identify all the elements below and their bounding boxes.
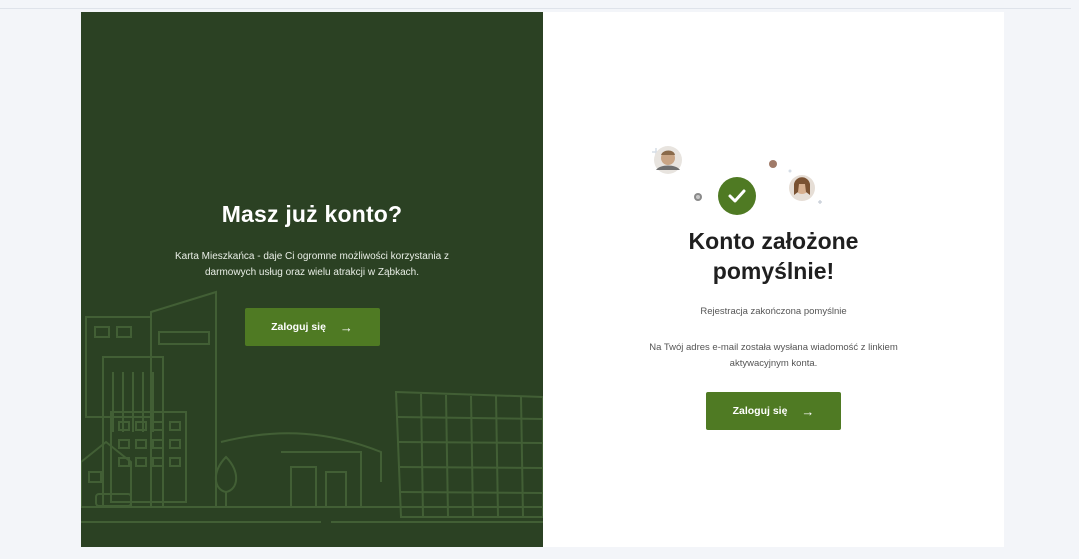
success-subtitle: Rejestracja zakończona pomyślnie [700, 306, 847, 317]
success-illustration [652, 146, 822, 215]
scrollbar[interactable] [1071, 0, 1079, 559]
left-panel: Masz już konto? Karta Mieszkańca - daje … [81, 12, 543, 547]
arrow-right-icon: → [339, 319, 353, 335]
left-description: Karta Mieszkańca - daje Ci ogromne możli… [175, 251, 449, 278]
check-icon [718, 177, 756, 215]
login-button-right[interactable]: Zaloguj się → [706, 392, 841, 430]
success-title: Konto założone pomyślnie! [688, 228, 859, 284]
arrow-right-icon: → [801, 403, 815, 419]
login-button-left[interactable]: Zaloguj się → [244, 308, 380, 346]
login-button-left-label: Zaloguj się [271, 321, 326, 333]
login-button-right-label: Zaloguj się [732, 405, 788, 417]
avatar-woman [789, 175, 815, 201]
left-content: Masz już konto? Karta Mieszkańca - daje … [81, 12, 543, 547]
avatar-man [654, 146, 682, 174]
left-title: Masz już konto? [221, 201, 403, 227]
browser-top-border [0, 8, 1079, 9]
registration-card: Masz już konto? Karta Mieszkańca - daje … [81, 12, 1004, 547]
success-message: Na Twój adres e-mail została wysłana wia… [649, 342, 898, 369]
right-panel: Konto założone pomyślnie! Rejestracja za… [543, 12, 1004, 547]
